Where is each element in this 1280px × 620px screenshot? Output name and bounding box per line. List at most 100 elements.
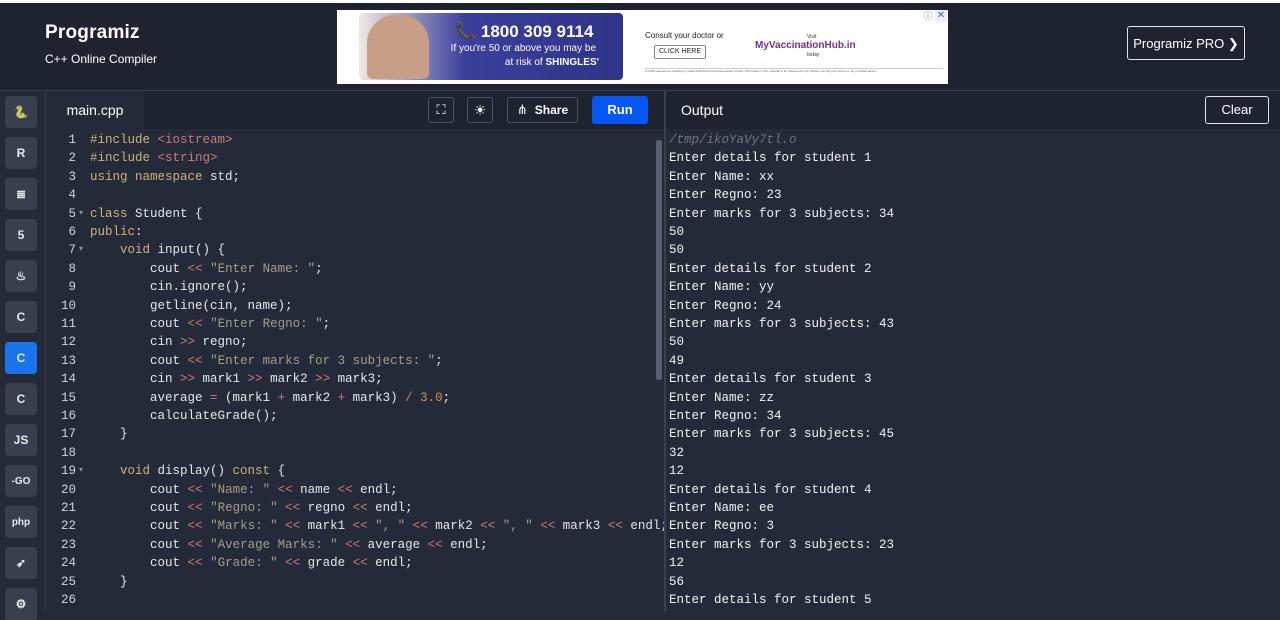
code-line[interactable]: 16 calculateGrade(); [46,407,656,425]
code-text: cout << "Enter Name: "; [90,261,323,276]
java-icon: ♨ [15,269,27,283]
fullscreen-icon: ⛶ [436,102,446,117]
sidebar-item-html[interactable]: 5 [5,219,37,251]
output-line: Enter Regno: 34 [669,409,782,423]
code-line[interactable]: 25 } [46,573,656,591]
code-line[interactable]: 15 average = (mark1 + mark2 + mark3) / 3… [46,389,656,407]
code-line[interactable]: 17 } [46,425,656,443]
code-text: calculateGrade(); [90,409,278,423]
fullscreen-button[interactable]: ⛶ [428,97,454,123]
code-line[interactable]: 4 [46,186,656,204]
output-line: 50 [669,243,685,258]
output-line: Enter Regno: 23 [669,188,782,203]
output-line: Enter Regno: 24 [669,298,782,313]
csharp-icon: C [16,392,26,406]
ad-brand-rest: VaccinationHub.in [768,40,856,51]
code-line[interactable]: 20 cout << "Name: " << name << endl; [46,481,656,499]
code-line[interactable]: 12 cin >> regno; [46,333,656,351]
sidebar-item-java[interactable]: ♨ [5,260,37,292]
theme-toggle-button[interactable]: ☀ [467,97,493,123]
fold-chevron-icon[interactable]: ▾ [79,462,83,480]
ad-click-here-button[interactable]: CLICK HERE [654,45,706,59]
code-text: cout << "Enter Regno: "; [90,317,331,331]
line-number: 14 [60,372,76,387]
output-line: Enter marks for 3 subjects: 45 [669,427,895,442]
line-number: 2 [68,151,76,166]
code-line[interactable]: 10 getline(cin, name); [46,297,656,315]
line-number: 21 [60,501,76,515]
javascript-icon: JS [13,433,29,447]
output-line: Enter details for student 4 [669,482,872,497]
line-number: 16 [60,409,76,423]
advertisement-banner[interactable]: 📞 1800 309 9114 If you're 50 or above yo… [337,10,948,84]
sidebar-item-sql[interactable]: ≣ [5,178,37,210]
code-line[interactable]: 1 #include <iostream> [46,131,656,149]
code-line[interactable]: 26 [46,591,656,609]
code-text: #include <iostream> [90,133,233,147]
share-button[interactable]: ⋔ Share [507,97,578,123]
rust-icon: ⚙ [15,597,27,611]
output-line: Enter details for student 1 [669,151,872,166]
ad-brand-name[interactable]: MyVaccinationHub.in [755,40,856,51]
php-icon: php [11,516,31,528]
line-number: 7 [68,243,76,258]
code-line[interactable]: 18 [46,444,656,462]
code-line[interactable]: 2 #include <string> [46,149,656,167]
clear-button[interactable]: Clear [1205,96,1269,124]
code-line[interactable]: 11 cout << "Enter Regno: "; [46,315,656,333]
fold-chevron-icon[interactable]: ▾ [79,205,83,223]
code-text: cin.ignore(); [90,280,248,295]
output-toolbar [666,91,1280,129]
editor-scrollbar[interactable] [656,140,662,380]
programiz-logo[interactable]: Programiz [45,22,140,44]
fold-chevron-icon[interactable]: ▾ [79,241,83,259]
line-number: 8 [68,261,76,276]
line-number: 22 [60,519,76,534]
code-text: cout << "Grade: " << grade << endl; [90,556,413,571]
sidebar-item-csharp[interactable]: C [5,383,37,415]
code-line[interactable]: 9 cin.ignore(); [46,278,656,296]
tab-main-cpp[interactable]: main.cpp [46,91,144,129]
sidebar-item-cpp[interactable]: C [5,342,37,374]
sidebar-item-php[interactable]: php [5,506,37,538]
code-line[interactable]: 19 ▾ void display() const { [46,462,656,480]
sidebar-item-r[interactable]: R [5,137,37,169]
code-text: cout << "Average Marks: " << average << … [90,537,488,552]
share-label: Share [534,103,569,117]
share-icon: ⋔ [516,102,528,117]
code-line[interactable]: 7 ▾ void input() { [46,241,656,259]
line-number: 11 [60,317,76,331]
ad-info-icon[interactable]: ⓘ [922,10,934,22]
line-number: 24 [60,556,76,571]
ad-photo [367,15,429,79]
output-line: Enter marks for 3 subjects: 23 [669,537,895,552]
code-text: cin >> regno; [90,335,248,350]
code-line[interactable]: 13 cout << "Enter marks for 3 subjects: … [46,352,656,370]
line-number: 15 [60,390,76,405]
programiz-pro-button[interactable]: Programiz PRO ❯ [1127,26,1245,60]
ad-close-icon[interactable]: ✕ [935,10,947,22]
sidebar-item-c[interactable]: C [5,301,37,333]
line-number: 1 [68,133,76,147]
code-line[interactable]: 3 using namespace std; [46,168,656,186]
sidebar-item-rust[interactable]: ⚙ [5,588,37,620]
code-line[interactable]: 23 cout << "Average Marks: " << average … [46,536,656,554]
code-line[interactable]: 21 cout << "Regno: " << regno << endl; [46,499,656,517]
line-number: 26 [60,593,76,607]
sidebar-item-go[interactable]: -GO [5,465,37,497]
line-number: 6 [68,225,76,239]
code-line[interactable]: 8 cout << "Enter Name: "; [46,260,656,278]
code-line[interactable]: 6 public: [46,223,656,241]
code-line[interactable]: 22 cout << "Marks: " << mark1 << ", " <<… [46,517,668,535]
ad-consult-text: Consult your doctor or [645,31,724,40]
code-line[interactable]: 24 cout << "Grade: " << grade << endl; [46,554,656,572]
sidebar-item-python[interactable]: 🐍 [5,96,37,128]
code-line[interactable]: 5 ▾ class Student { [46,205,656,223]
code-line[interactable]: 14 cin >> mark1 >> mark2 >> mark3; [46,370,656,388]
sidebar-item-swift[interactable]: ➶ [5,547,37,579]
line-number: 18 [60,445,76,460]
sidebar-item-javascript[interactable]: JS [5,424,37,456]
run-button[interactable]: Run [592,96,648,124]
python-icon: 🐍 [13,105,29,119]
code-text: void display() const { [120,464,286,479]
